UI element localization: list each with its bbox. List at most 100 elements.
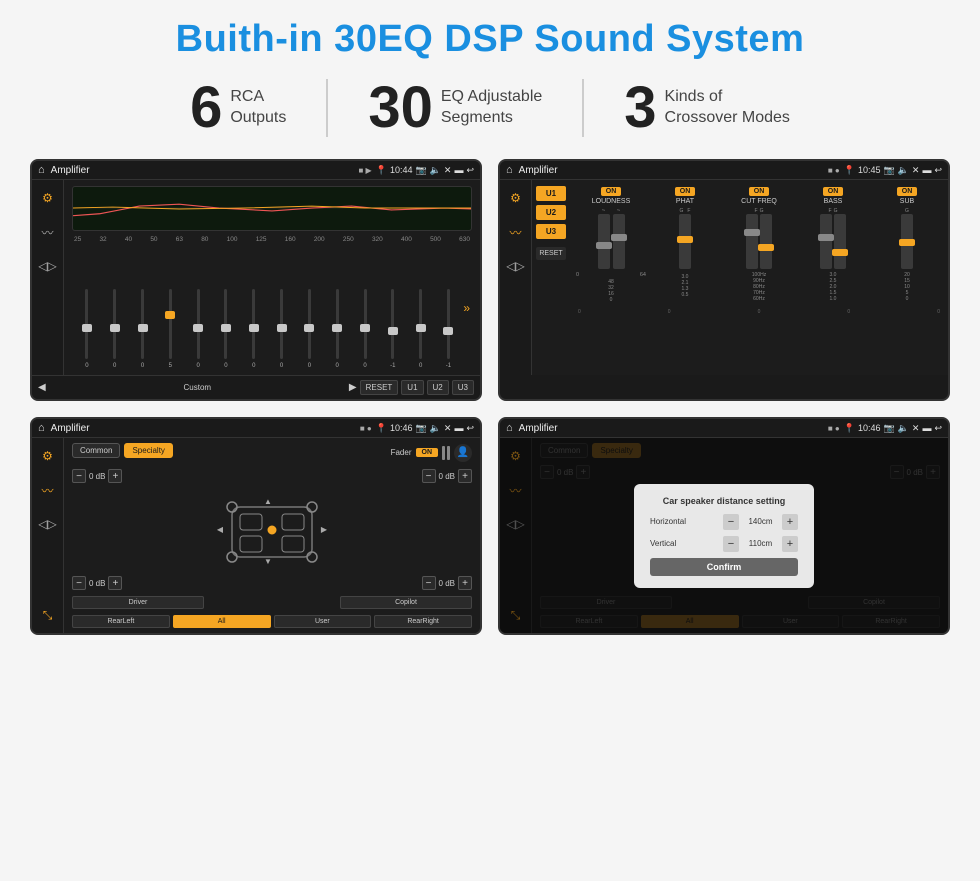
slider-14: -1 bbox=[436, 289, 462, 369]
crossover-vol-icon[interactable]: ◁▷ bbox=[506, 256, 526, 276]
stat-eq-text: EQ AdjustableSegments bbox=[441, 87, 542, 129]
u2-button[interactable]: U2 bbox=[427, 380, 449, 395]
db-ctrl-bl: − 0 dB + bbox=[72, 576, 122, 590]
db-plus-bl[interactable]: + bbox=[108, 576, 122, 590]
back-icon-3: ↩ bbox=[466, 423, 474, 434]
db-row-bottom: − 0 dB + − 0 dB + bbox=[72, 576, 472, 590]
vol-icon-3: 🔈 bbox=[430, 423, 441, 434]
vertical-minus[interactable]: − bbox=[723, 536, 739, 552]
db-minus-br[interactable]: − bbox=[422, 576, 436, 590]
horizontal-plus[interactable]: + bbox=[782, 514, 798, 530]
eq-media-icons: ■ ▶ bbox=[359, 166, 372, 175]
slider-8: 0 bbox=[269, 289, 295, 369]
back-icon-2: ↩ bbox=[934, 165, 942, 176]
db-plus-tl[interactable]: + bbox=[108, 469, 122, 483]
module-phat: ON PHAT G F 3.02.11.30.5 bbox=[650, 187, 720, 303]
crossover-reset[interactable]: RESET bbox=[536, 247, 566, 260]
db-ctrl-tr: − 0 dB + bbox=[422, 469, 472, 483]
home-icon-4: ⌂ bbox=[506, 422, 513, 434]
rearleft-btn[interactable]: RearLeft bbox=[72, 615, 170, 628]
db-plus-br[interactable]: + bbox=[458, 576, 472, 590]
eq-status-icons: 📍 10:44 📷 🔈 ✕ ▬ ↩ bbox=[376, 165, 474, 176]
db-ctrl-tl: − 0 dB + bbox=[72, 469, 122, 483]
slider-6: 0 bbox=[213, 289, 239, 369]
db-minus-tr[interactable]: − bbox=[422, 469, 436, 483]
crossover-time: 10:45 bbox=[858, 165, 881, 175]
horizontal-ctrl: − 140cm + bbox=[723, 514, 798, 530]
db-minus-bl[interactable]: − bbox=[72, 576, 86, 590]
fader-content: ⚙ 〰 ◁▷ ⤡ Common Specialty Fader ON bbox=[32, 438, 480, 633]
module-bass: ON BASS F G 3.0 2.5 bbox=[798, 187, 868, 303]
crossover-wave-icon[interactable]: 〰 bbox=[506, 222, 526, 242]
eq-time: 10:44 bbox=[390, 165, 413, 175]
page-title: Buith-in 30EQ DSP Sound System bbox=[30, 18, 950, 61]
reset-button[interactable]: RESET bbox=[360, 380, 399, 395]
dialog-screen: ⌂ Amplifier ■ ● 📍 10:46 📷 🔈 ✕ ▬ ↩ ⚙ 〰 ◁▷ bbox=[498, 417, 950, 635]
db-plus-tr[interactable]: + bbox=[458, 469, 472, 483]
fader-wave-icon[interactable]: 〰 bbox=[38, 480, 58, 500]
vertical-ctrl: − 110cm + bbox=[723, 536, 798, 552]
u3-button[interactable]: U3 bbox=[452, 380, 474, 395]
specialty-tab[interactable]: Specialty bbox=[124, 443, 172, 458]
fader-status-bar: ⌂ Amplifier ■ ● 📍 10:46 📷 🔈 ✕ ▬ ↩ bbox=[32, 419, 480, 438]
back-icon-4: ↩ bbox=[934, 423, 942, 434]
home-icon-2: ⌂ bbox=[506, 164, 513, 176]
crossover-app-title: Amplifier bbox=[519, 165, 824, 176]
slider-3: 0 bbox=[130, 289, 156, 369]
u1-button[interactable]: U1 bbox=[401, 380, 423, 395]
volume-side-icon[interactable]: ◁▷ bbox=[38, 256, 58, 276]
driver-btn[interactable]: Driver bbox=[72, 596, 204, 609]
cutfreq-on-badge: ON bbox=[749, 187, 770, 196]
fader-on-toggle[interactable]: ON bbox=[416, 448, 439, 457]
dialog-status-icons: 📍 10:46 📷 🔈 ✕ ▬ ↩ bbox=[844, 423, 942, 434]
confirm-button[interactable]: Confirm bbox=[650, 558, 798, 576]
speaker-distance-dialog: Car speaker distance setting Horizontal … bbox=[634, 484, 814, 588]
crossover-eq-icon[interactable]: ⚙ bbox=[506, 188, 526, 208]
common-tab[interactable]: Common bbox=[72, 443, 120, 458]
user-btn[interactable]: User bbox=[274, 615, 372, 628]
screenshots-grid: ⌂ Amplifier ■ ▶ 📍 10:44 📷 🔈 ✕ ▬ ↩ ⚙ 〰 ◁▷ bbox=[30, 159, 950, 635]
all-btn[interactable]: All bbox=[173, 615, 271, 628]
vol-icon-2: 🔈 bbox=[898, 165, 909, 176]
db-minus-tl[interactable]: − bbox=[72, 469, 86, 483]
stat-rca-text: RCAOutputs bbox=[230, 87, 286, 129]
eq-screen: ⌂ Amplifier ■ ▶ 📍 10:44 📷 🔈 ✕ ▬ ↩ ⚙ 〰 ◁▷ bbox=[30, 159, 482, 401]
cutfreq-label: CUT FREQ bbox=[741, 198, 777, 205]
fader-eq-icon[interactable]: ⚙ bbox=[38, 446, 58, 466]
speaker-diagram: ▲ ▼ ◀ ▶ bbox=[72, 487, 472, 572]
wave-icon[interactable]: 〰 bbox=[38, 222, 58, 242]
stat-eq: 30 EQ AdjustableSegments bbox=[328, 79, 584, 137]
fader-vol-icon[interactable]: ◁▷ bbox=[38, 514, 58, 534]
preset-u1[interactable]: U1 bbox=[536, 186, 566, 201]
preset-u2[interactable]: U2 bbox=[536, 205, 566, 220]
next-button[interactable]: ▶ bbox=[349, 382, 357, 393]
bass-label: BASS bbox=[824, 198, 843, 205]
fader-time: 10:46 bbox=[390, 423, 413, 433]
stat-crossover: 3 Kinds ofCrossover Modes bbox=[584, 79, 830, 137]
eq-icon[interactable]: ⚙ bbox=[38, 188, 58, 208]
loudness-on-badge: ON bbox=[601, 187, 622, 196]
slider-4: 5 bbox=[157, 289, 183, 369]
stats-row: 6 RCAOutputs 30 EQ AdjustableSegments 3 … bbox=[30, 79, 950, 137]
horizontal-label: Horizontal bbox=[650, 517, 686, 526]
crossover-media-icons: ■ ● bbox=[828, 166, 840, 175]
slider-11: 0 bbox=[352, 289, 378, 369]
fader-expand-icon[interactable]: ⤡ bbox=[38, 605, 58, 625]
eq-content: ⚙ 〰 ◁▷ 253240506 bbox=[32, 180, 480, 375]
crossover-side-icons: ⚙ 〰 ◁▷ bbox=[500, 180, 532, 375]
bat-icon-3: ▬ bbox=[454, 423, 463, 433]
preset-u3[interactable]: U3 bbox=[536, 224, 566, 239]
bat-icon-2: ▬ bbox=[922, 165, 931, 175]
slider-7: 0 bbox=[241, 289, 267, 369]
expand-icon[interactable]: » bbox=[463, 301, 470, 315]
vertical-plus[interactable]: + bbox=[782, 536, 798, 552]
prev-button[interactable]: ◀ bbox=[38, 382, 46, 393]
slider-1: 0 bbox=[74, 289, 100, 369]
stat-crossover-text: Kinds ofCrossover Modes bbox=[665, 87, 790, 129]
eq-area: 2532405063 80100125160200 25032040050063… bbox=[64, 180, 480, 375]
slider-12: -1 bbox=[380, 289, 406, 369]
copilot-btn[interactable]: Copilot bbox=[340, 596, 472, 609]
slider-13: 0 bbox=[408, 289, 434, 369]
rearright-btn[interactable]: RearRight bbox=[374, 615, 472, 628]
horizontal-minus[interactable]: − bbox=[723, 514, 739, 530]
